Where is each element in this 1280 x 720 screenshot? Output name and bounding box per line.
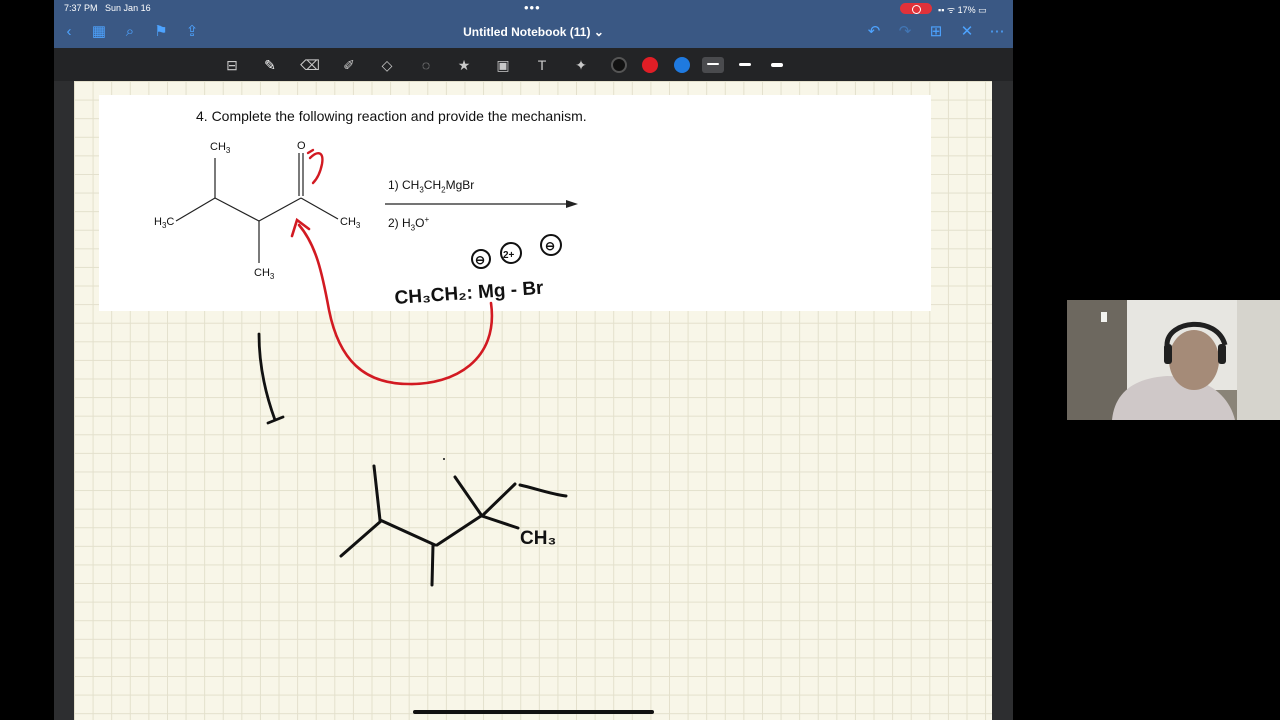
handwritten-down-arrow [257, 332, 285, 425]
charge-minus-carbon: ⊖ [475, 253, 485, 267]
handwritten-product [339, 464, 568, 587]
ink-dot [443, 458, 445, 460]
charge-plus-magnesium: 2+ [503, 250, 515, 261]
handwritten-grignard-text: CH₃CH₂: Mg - Br [394, 278, 545, 309]
handwritten-grignard: CH₃CH₂: Mg - Br ⊖ 2+ ⊖ [394, 234, 562, 309]
handwritten-methyl-label: CH₃ [520, 528, 556, 549]
webcam-overlay [1067, 300, 1280, 420]
ink-layer[interactable]: CH₃CH₂: Mg - Br ⊖ 2+ ⊖ CH₃ [54, 0, 1013, 720]
red-electron-push-arrow [306, 148, 324, 185]
charge-minus-bromine: ⊖ [545, 239, 555, 253]
presenter-video [1067, 300, 1280, 420]
reaction-arrow [385, 200, 578, 208]
ipad-screen: 7:37 PM Sun Jan 16 ••• ▪▪ ᯤ 17% ▭ ‹ ▦ ⌕ … [54, 0, 1013, 720]
home-indicator[interactable] [413, 710, 654, 714]
